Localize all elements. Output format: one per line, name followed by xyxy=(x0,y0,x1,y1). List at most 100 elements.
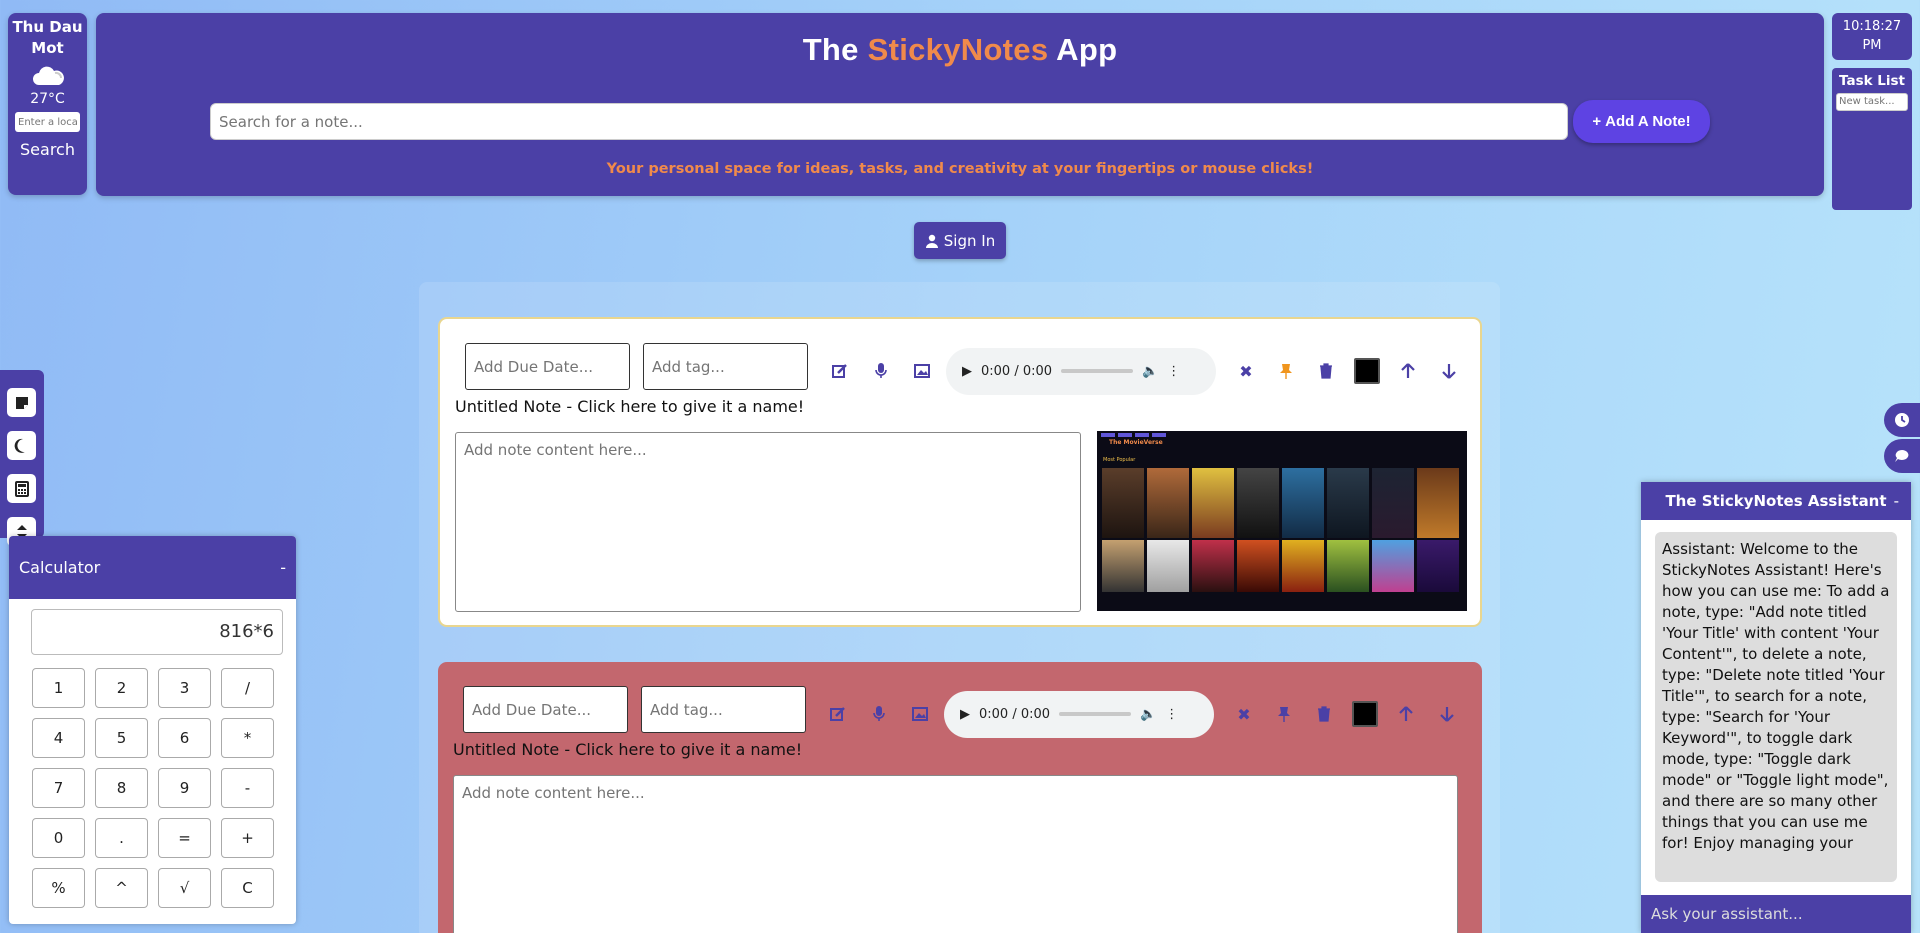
calculator-button[interactable] xyxy=(7,474,36,503)
clock-time: 10:18:27 xyxy=(1842,19,1902,34)
note-card: ▶ 0:00 / 0:00 🔈 ⋮ ✖ Untitled Note - Clic… xyxy=(438,317,1482,627)
pin-icon[interactable] xyxy=(1274,359,1298,383)
arrow-up-icon[interactable] xyxy=(1394,702,1418,726)
trash-icon[interactable] xyxy=(1314,359,1338,383)
audio-player[interactable]: ▶ 0:00 / 0:00 🔈 ⋮ xyxy=(944,690,1214,738)
note-content[interactable] xyxy=(453,775,1458,933)
audio-progress[interactable] xyxy=(1059,712,1132,716)
calculator-keypad: 1 2 3 / 4 5 6 * 7 8 9 - 0 . = + % ^ √ C xyxy=(32,668,296,908)
edit-icon[interactable] xyxy=(826,702,850,726)
sign-in-button[interactable]: Sign In xyxy=(914,222,1006,259)
due-date-input[interactable] xyxy=(463,686,628,733)
image-icon[interactable] xyxy=(908,702,932,726)
assistant-input[interactable] xyxy=(1641,895,1911,933)
play-icon[interactable]: ▶ xyxy=(962,364,972,379)
note-title[interactable]: Untitled Note - Click here to give it a … xyxy=(453,740,802,759)
moon-icon xyxy=(14,438,25,453)
note-search-input[interactable] xyxy=(210,103,1568,140)
arrow-down-icon[interactable] xyxy=(1437,359,1461,383)
clock: 10:18:27 PM xyxy=(1832,13,1912,60)
due-date-input[interactable] xyxy=(465,343,630,390)
trash-icon[interactable] xyxy=(1312,702,1336,726)
assistant-minimize-button[interactable]: - xyxy=(1894,492,1899,510)
microphone-icon[interactable] xyxy=(869,359,893,383)
calc-key[interactable]: 4 xyxy=(32,718,85,758)
note-title[interactable]: Untitled Note - Click here to give it a … xyxy=(455,397,804,416)
calc-key[interactable]: - xyxy=(221,768,274,808)
assistant-header: The StickyNotes Assistant - xyxy=(1641,482,1911,520)
microphone-icon[interactable] xyxy=(867,702,891,726)
calc-key[interactable]: 2 xyxy=(95,668,148,708)
calc-key[interactable]: 9 xyxy=(158,768,211,808)
calc-key[interactable]: 5 xyxy=(95,718,148,758)
volume-icon[interactable]: 🔈 xyxy=(1142,364,1158,379)
calculator-display: 816*6 xyxy=(31,609,283,655)
calc-key[interactable]: 1 xyxy=(32,668,85,708)
weather-widget: Thu Dau Mot 27°C Search xyxy=(8,13,87,195)
calc-key[interactable]: + xyxy=(221,818,274,858)
tag-input[interactable] xyxy=(643,343,808,390)
image-icon[interactable] xyxy=(910,359,934,383)
volume-icon[interactable]: 🔈 xyxy=(1140,707,1156,722)
calc-key[interactable]: 8 xyxy=(95,768,148,808)
app-title: The StickyNotes App xyxy=(802,32,1118,67)
sticky-note-button[interactable] xyxy=(7,388,36,417)
calc-key[interactable]: / xyxy=(221,668,274,708)
audio-time: 0:00 / 0:00 xyxy=(979,706,1051,722)
calculator-header: Calculator - xyxy=(9,536,296,599)
calculator-title: Calculator xyxy=(19,558,101,577)
assistant-message: Assistant: Welcome to the StickyNotes As… xyxy=(1655,532,1897,882)
task-list-title: Task List xyxy=(1838,73,1905,89)
calc-key[interactable]: % xyxy=(32,868,85,908)
calc-key[interactable]: = xyxy=(158,818,211,858)
calc-key[interactable]: 6 xyxy=(158,718,211,758)
calculator-icon xyxy=(14,480,29,497)
calc-key[interactable]: C xyxy=(221,868,274,908)
more-options-icon[interactable]: ⋮ xyxy=(1165,707,1178,722)
more-options-icon[interactable]: ⋮ xyxy=(1167,364,1180,379)
assistant-title: The StickyNotes Assistant xyxy=(1665,492,1887,510)
clock-icon xyxy=(1895,413,1909,427)
calc-key[interactable]: √ xyxy=(158,868,211,908)
assistant-panel: The StickyNotes Assistant - Assistant: W… xyxy=(1641,482,1911,933)
app-header: The StickyNotes App + Add A Note! Your p… xyxy=(96,13,1824,196)
thumb-heading: Most Popular xyxy=(1103,457,1136,463)
dark-mode-button[interactable] xyxy=(7,431,36,460)
chat-button[interactable] xyxy=(1884,439,1920,473)
audio-progress[interactable] xyxy=(1061,369,1134,373)
left-toolbar xyxy=(0,370,44,546)
arrow-down-icon[interactable] xyxy=(1435,702,1459,726)
location-input[interactable] xyxy=(15,112,80,132)
play-icon[interactable]: ▶ xyxy=(960,707,970,722)
calculator-minimize-button[interactable]: - xyxy=(280,558,286,577)
calc-key[interactable]: ^ xyxy=(95,868,148,908)
note-attached-image[interactable]: The MovieVerse Most Popular xyxy=(1097,431,1467,611)
close-icon[interactable]: ✖ xyxy=(1232,702,1256,726)
pin-icon[interactable] xyxy=(1272,702,1296,726)
history-button[interactable] xyxy=(1884,403,1920,437)
tagline: Your personal space for ideas, tasks, an… xyxy=(606,161,1314,177)
add-note-button[interactable]: + Add A Note! xyxy=(1573,100,1710,143)
note-toolbar: ▶ 0:00 / 0:00 🔈 ⋮ ✖ xyxy=(826,690,1459,738)
calc-key[interactable]: 3 xyxy=(158,668,211,708)
weather-city: Thu Dau Mot xyxy=(12,18,83,57)
color-picker[interactable] xyxy=(1352,701,1378,727)
color-picker[interactable] xyxy=(1354,358,1380,384)
audio-player[interactable]: ▶ 0:00 / 0:00 🔈 ⋮ xyxy=(946,347,1216,395)
close-icon[interactable]: ✖ xyxy=(1234,359,1258,383)
new-task-input[interactable] xyxy=(1836,92,1908,111)
calc-key[interactable]: . xyxy=(95,818,148,858)
weather-temperature: 27°C xyxy=(30,91,65,107)
tag-input[interactable] xyxy=(641,686,806,733)
arrow-up-icon[interactable] xyxy=(1396,359,1420,383)
weather-search-button[interactable]: Search xyxy=(8,140,87,159)
audio-time: 0:00 / 0:00 xyxy=(981,363,1053,379)
calc-key[interactable]: 7 xyxy=(32,768,85,808)
clock-ampm: PM xyxy=(1862,38,1882,53)
edit-icon[interactable] xyxy=(828,359,852,383)
calc-key[interactable]: 0 xyxy=(32,818,85,858)
chat-icon xyxy=(1895,450,1909,462)
note-content[interactable] xyxy=(455,432,1081,612)
user-icon xyxy=(925,234,938,248)
calc-key[interactable]: * xyxy=(221,718,274,758)
